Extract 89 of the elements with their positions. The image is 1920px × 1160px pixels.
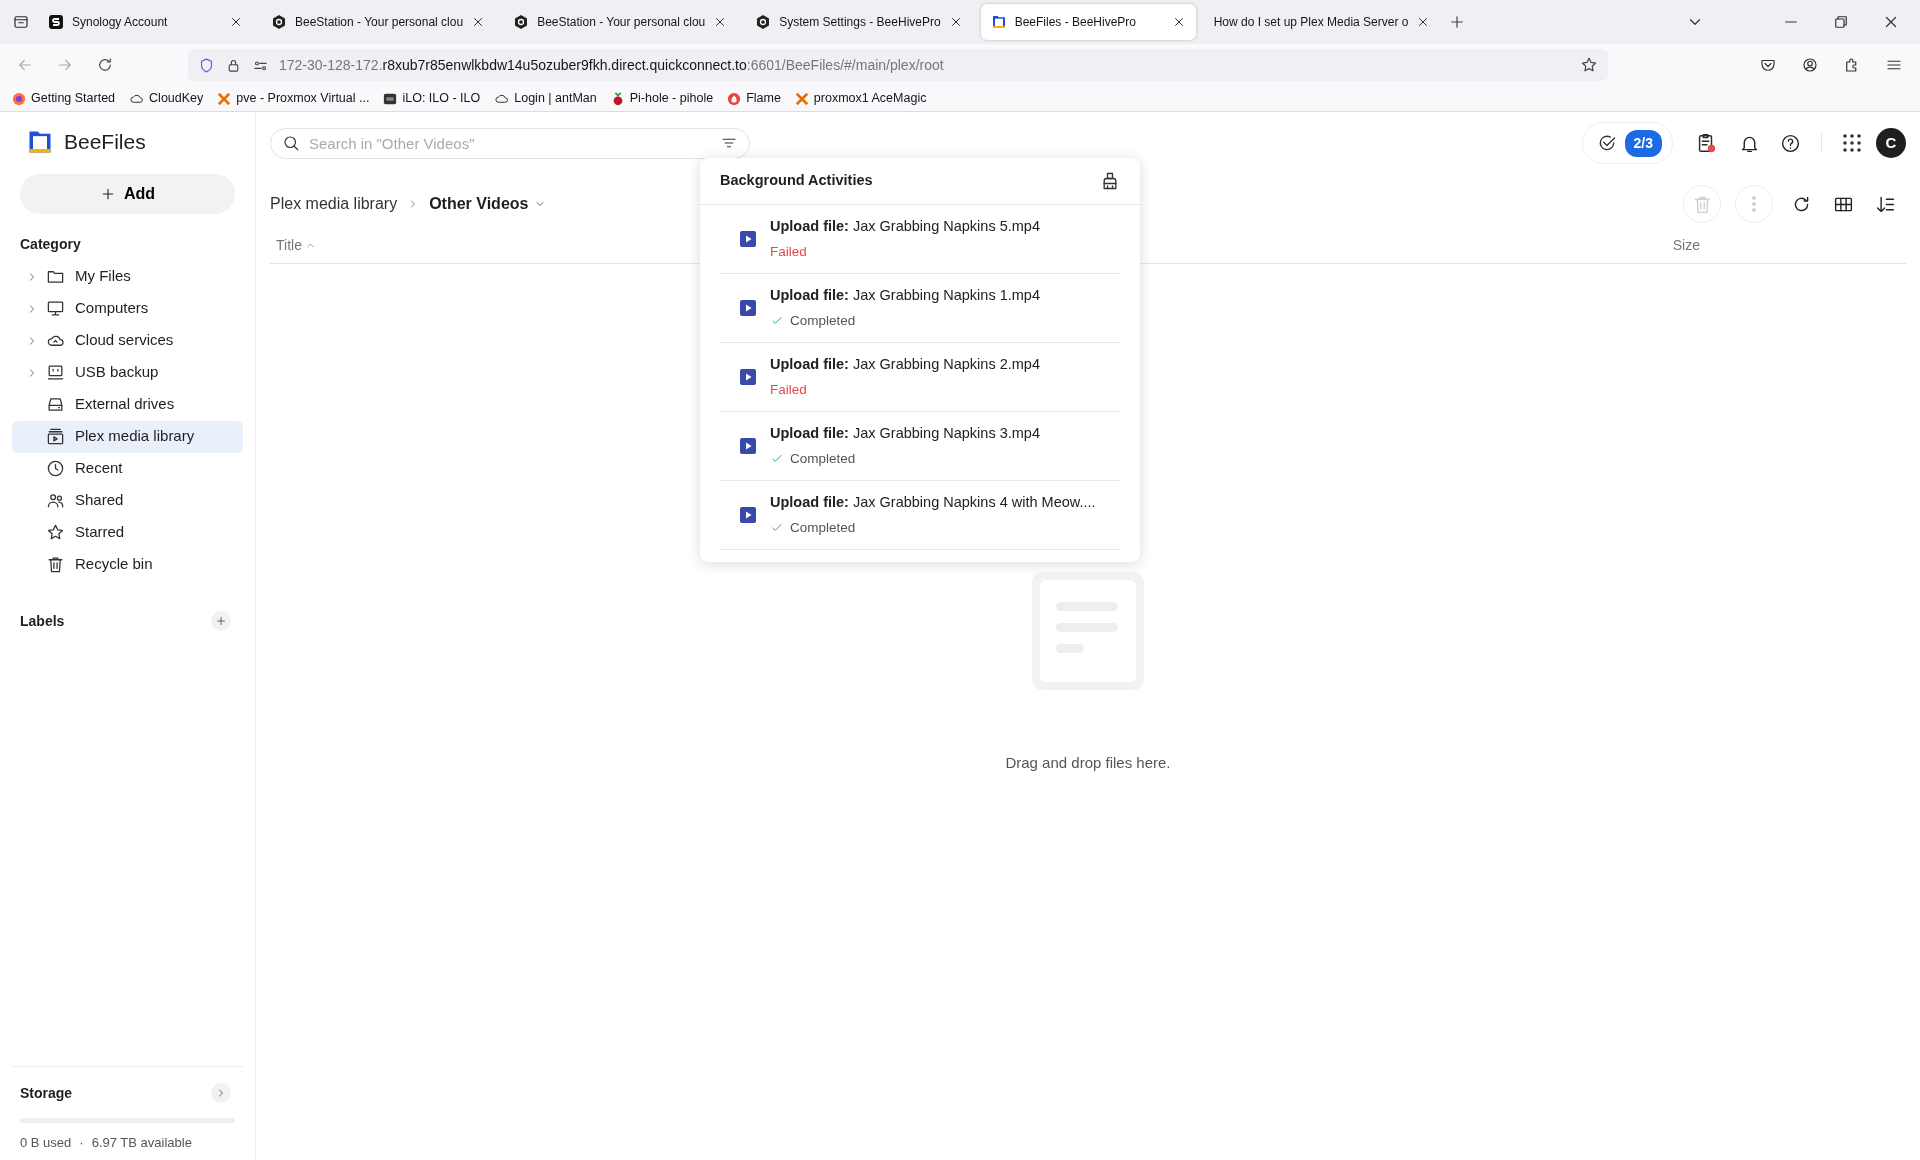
browser-tab[interactable]: Synology Account bbox=[38, 4, 253, 40]
column-header[interactable]: Title bbox=[276, 235, 302, 256]
reload-icon[interactable] bbox=[96, 56, 114, 74]
column-header[interactable]: Size bbox=[1672, 235, 1700, 256]
activity-title: Upload file: Jax Grabbing Napkins 3.mp4 bbox=[770, 423, 1040, 443]
sidebar-item[interactable]: USB backup bbox=[12, 356, 243, 389]
breadcrumb-link[interactable]: Other Videos bbox=[429, 192, 529, 216]
activity-title: Upload file: Jax Grabbing Napkins 2.mp4 bbox=[770, 354, 1040, 374]
sidebar-item[interactable]: Computers bbox=[12, 292, 243, 325]
clock-icon bbox=[46, 459, 65, 478]
storage-available: 6.97 TB available bbox=[91, 1133, 192, 1152]
apps-grid-icon[interactable] bbox=[1842, 133, 1862, 153]
play-icon bbox=[740, 368, 756, 385]
sidebar-item[interactable]: External drives bbox=[12, 388, 243, 421]
hexagon-icon bbox=[271, 14, 287, 30]
logo-icon bbox=[990, 14, 1007, 30]
plus-icon bbox=[215, 615, 227, 627]
url-text: 172-30-128-172.r8xub7r85enwlkbdw14u5ozuber9fkh.direct.quickconnect.to:6601/BeeFiles/#/main/plex/root bbox=[279, 56, 944, 73]
panel-title: Background Activities bbox=[720, 171, 873, 190]
monitor-icon bbox=[46, 299, 65, 318]
sidebar-item[interactable]: Recent bbox=[12, 452, 243, 485]
browser-tab[interactable]: BeeFiles - BeeHivePro bbox=[980, 4, 1196, 40]
account-icon[interactable] bbox=[1801, 56, 1819, 74]
help-icon[interactable] bbox=[1780, 132, 1801, 154]
separator-dot: · bbox=[79, 1133, 84, 1152]
star-icon bbox=[46, 523, 65, 542]
media-library-icon bbox=[46, 427, 65, 446]
search-field[interactable]: Search in "Other Videos" bbox=[270, 127, 750, 159]
address-bar[interactable]: 172-30-128-172.r8xub7r85enwlkbdw14u5ozuber9fkh.direct.quickconnect.to:6601/BeeFiles/#/main/plex/root bbox=[188, 49, 1608, 81]
search-icon bbox=[282, 133, 300, 152]
activity-status: Completed bbox=[790, 311, 856, 330]
sidebar-item[interactable]: Recycle bin bbox=[12, 548, 243, 581]
section-title: Storage bbox=[19, 1083, 74, 1103]
bookmark-link[interactable]: iLO: ILO - ILO bbox=[383, 89, 481, 108]
hexagon-icon bbox=[755, 14, 772, 30]
hexagon-icon bbox=[513, 14, 530, 30]
browser-tab[interactable]: How do I set up Plex Media Server o bbox=[1203, 4, 1441, 40]
activity-title: Upload file: Jax Grabbing Napkins 4 with Meow.... bbox=[770, 492, 1096, 512]
browser-tab[interactable]: BeeStation - Your personal clou bbox=[261, 4, 496, 40]
sidebar-item[interactable]: Shared bbox=[12, 484, 243, 517]
breadcrumb-link[interactable]: Plex media library bbox=[270, 192, 398, 216]
play-icon bbox=[740, 230, 756, 247]
activity-status: Failed bbox=[770, 242, 807, 261]
activity-status: Failed bbox=[770, 380, 807, 399]
usb-drive-icon bbox=[46, 363, 65, 382]
sidebar-item[interactable]: Starred bbox=[12, 516, 243, 549]
app-title: BeeFiles bbox=[64, 129, 146, 155]
play-icon bbox=[740, 299, 756, 316]
people-icon bbox=[46, 491, 65, 510]
shield-icon bbox=[198, 56, 215, 74]
drive-icon bbox=[46, 395, 65, 414]
close-icon[interactable] bbox=[229, 15, 243, 29]
trash-icon bbox=[46, 555, 65, 574]
section-title: Labels bbox=[19, 611, 66, 631]
sidebar-item[interactable]: Plex media library bbox=[12, 420, 243, 453]
browser-tab[interactable]: BeeStation - Your personal clou bbox=[503, 4, 738, 40]
app-icon bbox=[48, 14, 64, 30]
task-count-badge: 2/3 bbox=[1624, 129, 1662, 157]
empty-state-text: Drag and drop files here. bbox=[1005, 753, 1171, 773]
bookmark-link[interactable]: pve - Proxmox Virtual ... bbox=[217, 89, 370, 108]
bookmark-star-icon[interactable] bbox=[1580, 56, 1598, 74]
chip-icon bbox=[383, 91, 398, 106]
activity-status: Completed bbox=[790, 518, 856, 537]
user-avatar[interactable]: C bbox=[1876, 128, 1906, 158]
bookmark-link[interactable]: Login | antMan bbox=[494, 89, 597, 108]
sidebar-item[interactable]: My Files bbox=[12, 260, 243, 293]
play-icon bbox=[740, 506, 756, 523]
bookmark-link[interactable]: Flame bbox=[727, 89, 781, 108]
flame-icon bbox=[727, 91, 742, 106]
task-status-button[interactable]: 2/3 bbox=[1581, 122, 1673, 164]
cross-icon bbox=[794, 91, 809, 106]
restore-icon[interactable] bbox=[1832, 13, 1850, 31]
more-icon bbox=[1752, 196, 1756, 212]
globe-icon bbox=[12, 91, 26, 106]
bookmark-link[interactable]: CloudKey bbox=[129, 89, 204, 108]
tab-list-icon[interactable] bbox=[12, 13, 30, 31]
activity-title: Upload file: Jax Grabbing Napkins 5.mp4 bbox=[770, 216, 1040, 236]
bookmark-link[interactable]: Getting Started bbox=[12, 89, 116, 108]
storage-used: 0 B used bbox=[20, 1133, 72, 1152]
bookmark-link[interactable]: proxmox1 AceMagic bbox=[794, 89, 927, 108]
add-button[interactable]: Add bbox=[20, 173, 235, 214]
cross-icon bbox=[217, 91, 232, 106]
activity-title: Upload file: Jax Grabbing Napkins 1.mp4 bbox=[770, 285, 1040, 305]
section-title: Category bbox=[19, 234, 82, 254]
browser-tab[interactable]: System Settings - BeeHivePro bbox=[745, 4, 973, 40]
sidebar-item[interactable]: Cloud services bbox=[12, 324, 243, 357]
bookmark-link[interactable]: Pi-hole - pihole bbox=[610, 89, 714, 108]
play-icon bbox=[740, 437, 756, 454]
activity-status: Completed bbox=[790, 449, 856, 468]
